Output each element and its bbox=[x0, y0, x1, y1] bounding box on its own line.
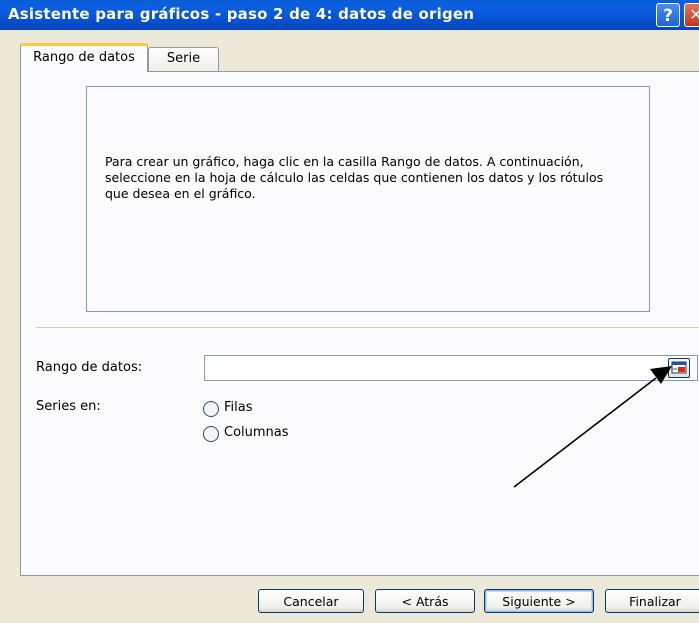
close-icon: ✕ bbox=[689, 5, 699, 24]
radio-filas-label: Filas bbox=[224, 400, 253, 415]
series-label: Series en: bbox=[36, 399, 101, 414]
radio-columnas-label: Columnas bbox=[224, 425, 289, 440]
close-button[interactable]: ✕ bbox=[684, 3, 699, 27]
data-range-input[interactable] bbox=[204, 355, 698, 381]
radio-filas-circle[interactable] bbox=[203, 401, 219, 417]
next-button[interactable]: Siguiente > bbox=[484, 589, 594, 613]
title-bar[interactable]: Asistente para gráficos - paso 2 de 4: d… bbox=[0, 0, 699, 30]
preview-instructions: Para crear un gráfico, haga clic en la c… bbox=[105, 154, 604, 201]
back-button[interactable]: < Atrás bbox=[375, 589, 475, 613]
window-title: Asistente para gráficos - paso 2 de 4: d… bbox=[8, 5, 475, 23]
help-icon: ? bbox=[663, 6, 673, 26]
finish-button[interactable]: Finalizar bbox=[605, 589, 699, 613]
tab-rango-de-datos[interactable]: Rango de datos bbox=[20, 43, 148, 72]
chart-preview-area: Para crear un gráfico, haga clic en la c… bbox=[86, 86, 650, 312]
chart-wizard-dialog: Asistente para gráficos - paso 2 de 4: d… bbox=[0, 0, 699, 623]
collapse-dialog-icon bbox=[671, 361, 687, 374]
range-label: Rango de datos: bbox=[36, 360, 143, 375]
collapse-dialog-button[interactable] bbox=[668, 358, 690, 378]
tab-serie[interactable]: Serie bbox=[148, 47, 219, 71]
cancel-button[interactable]: Cancelar bbox=[258, 589, 364, 613]
radio-columnas-circle[interactable] bbox=[203, 426, 219, 442]
help-button[interactable]: ? bbox=[656, 3, 680, 27]
separator bbox=[36, 327, 699, 328]
